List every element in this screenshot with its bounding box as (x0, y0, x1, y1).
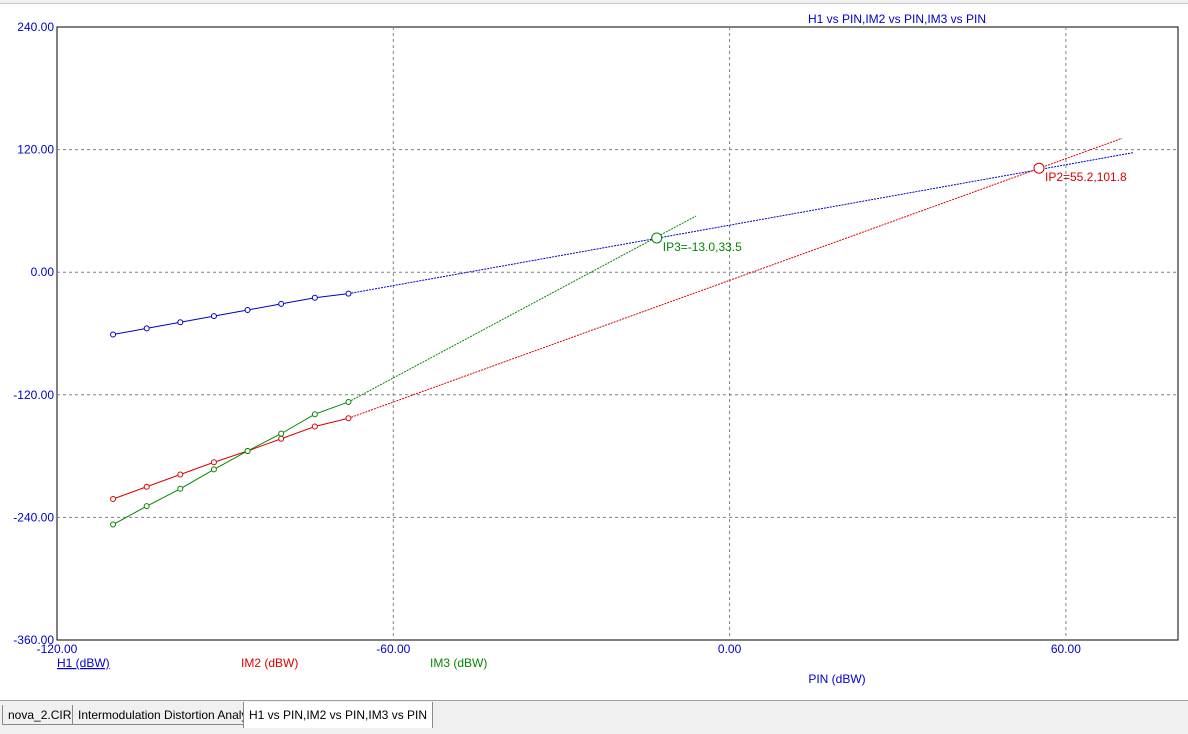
data-point (177, 471, 184, 478)
data-point (143, 483, 150, 490)
data-point (311, 294, 318, 301)
tab-imd-analysis[interactable]: Intermodulation Distortion Analysis (72, 705, 269, 725)
data-point (278, 430, 285, 437)
data-point (177, 485, 184, 492)
intercept-marker (1033, 162, 1045, 174)
intercept-marker (651, 232, 663, 244)
data-point (143, 325, 150, 332)
x-tick-label: 60.00 (1051, 642, 1081, 656)
data-point (278, 435, 285, 442)
y-tick-label: 0.00 (31, 265, 55, 279)
x-tick-label: -120.00 (37, 642, 78, 656)
data-point (210, 313, 217, 320)
legend-entry: IM2 (dBW) (241, 656, 298, 670)
data-point (110, 331, 117, 338)
y-tick-label: -120.00 (13, 388, 54, 402)
x-tick-label: -60.00 (376, 642, 410, 656)
data-point (143, 503, 150, 510)
intercept-label: IP3=-13.0,33.5 (663, 240, 742, 254)
tab-plot[interactable]: H1 vs PIN,IM2 vs PIN,IM3 vs PIN (243, 702, 434, 728)
y-tick-label: -240.00 (13, 510, 54, 524)
data-point (278, 300, 285, 307)
data-point (345, 290, 352, 297)
data-point (177, 319, 184, 326)
tab-bar: nova_2.CIR Intermodulation Distortion An… (0, 700, 1188, 734)
chart-title: H1 vs PIN,IM2 vs PIN,IM3 vs PIN (808, 12, 986, 26)
data-point (244, 307, 251, 314)
legend-entry: IM3 (dBW) (430, 656, 487, 670)
y-tick-label: 120.00 (17, 143, 54, 157)
data-point (210, 459, 217, 466)
window-top-border (0, 0, 1188, 4)
y-tick-label: 240.00 (17, 20, 54, 34)
data-point (345, 398, 352, 405)
chart-plot[interactable]: 240.00120.000.00-120.00-240.00-360.00-12… (0, 0, 1188, 700)
legend-entry: H1 (dBW) (57, 656, 110, 670)
data-point (345, 415, 352, 422)
data-point (311, 423, 318, 430)
data-point (110, 496, 117, 503)
plot-window[interactable]: 240.00 120.00 0.00 -120.00 -240.00 -360.00 -12… (0, 0, 1188, 700)
x-tick-label: 0.00 (718, 642, 742, 656)
plot-frame (56, 26, 1179, 641)
data-point (110, 521, 117, 528)
data-point (244, 447, 251, 454)
data-point (210, 466, 217, 473)
x-axis-label: PIN (dBW) (808, 672, 865, 686)
tab-circuit[interactable]: nova_2.CIR (2, 705, 78, 725)
intercept-label: IP2=55.2,101.8 (1045, 170, 1127, 184)
data-point (311, 411, 318, 418)
